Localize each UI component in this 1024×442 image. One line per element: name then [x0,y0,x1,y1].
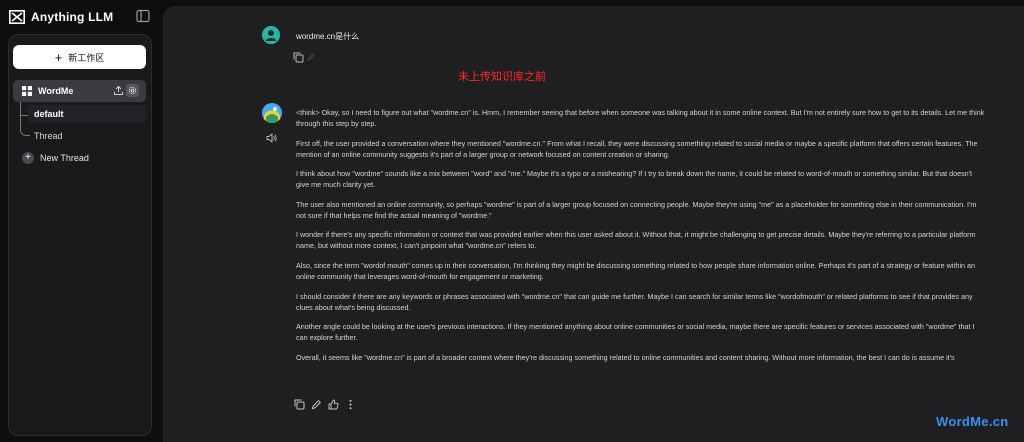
assistant-paragraph: Overall, it seems like "wordme.cn" is pa… [296,352,955,362]
assistant-paragraph: Another angle could be looking at the us… [296,322,975,343]
assistant-paragraph: Also, since the term "wordof mouth" come… [296,260,976,281]
workspace-name: WordMe [38,86,74,96]
new-workspace-button[interactable]: + 新工作区 [13,45,146,69]
assistant-paragraph: I wonder if there's any specific informa… [296,230,976,251]
annotation-text: 未上传知识库之前 [458,71,546,83]
copy-button[interactable] [294,399,305,410]
plus-circle-icon: + [22,152,34,164]
new-thread-button[interactable]: + New Thread [22,150,89,166]
assistant-paragraph: First off, the user provided a conversat… [296,138,978,159]
thread-item-thread[interactable]: Thread [28,127,146,145]
brand: Anything LLM [9,9,113,25]
assistant-paragraph: I should consider if there are any keywo… [296,291,973,312]
assistant-paragraph: <think> Okay, so I need to figure out wh… [296,108,985,128]
assistant-message: <think> Okay, so I need to figure out wh… [296,107,986,371]
anythingllm-logo-icon [9,10,25,24]
assistant-avatar-icon [262,103,282,123]
user-avatar [262,26,280,44]
workspace-grid-icon [22,86,32,96]
thumbs-up-icon [328,399,339,410]
pencil-icon [311,399,322,410]
edit-button[interactable] [311,399,322,410]
workspace-item-wordme[interactable]: WordMe [13,80,146,102]
copy-icon [294,399,305,410]
watermark: WordMe.cn [936,414,1009,429]
thumbs-up-button[interactable] [328,399,339,410]
sidebar-toggle-icon[interactable] [136,9,150,23]
message-actions [294,399,356,410]
assistant-paragraph: I think about how "wordme" sounds like a… [296,169,973,190]
new-workspace-label: 新工作区 [68,52,105,63]
user-avatar-icon [262,26,280,44]
assistant-avatar [262,103,282,123]
copy-icon[interactable] [293,52,304,63]
app-name: Anything LLM [31,10,114,24]
assistant-paragraph: The user also mentioned an online commun… [296,199,977,220]
edit-faint-icon[interactable] [307,53,315,61]
upload-icon[interactable] [113,85,124,96]
gear-icon [128,86,137,95]
new-thread-label: New Thread [40,153,89,163]
speaker-icon[interactable] [266,133,277,143]
more-vertical-icon [349,399,352,410]
more-options-button[interactable] [345,399,356,410]
app-window: Anything LLM + 新工作区 WordMe default Threa… [0,0,1024,442]
thread-item-default[interactable]: default [28,105,146,123]
plus-icon: + [54,49,63,65]
workspace-settings-button[interactable] [126,84,139,97]
user-message: wordme.cn是什么 [296,32,360,41]
